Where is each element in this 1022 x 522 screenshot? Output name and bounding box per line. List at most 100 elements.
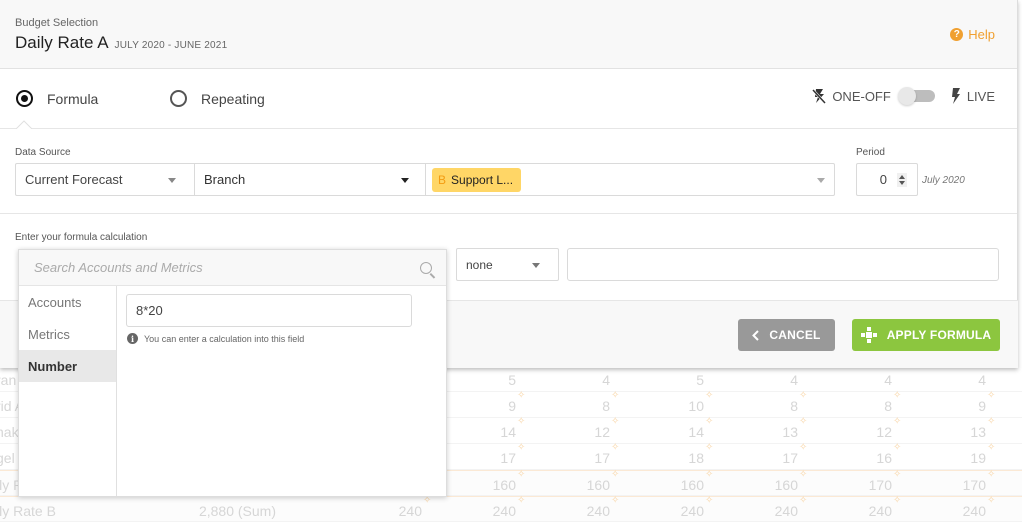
table-cell[interactable]: 10: [664, 398, 704, 414]
formula-label: Enter your formula calculation: [15, 232, 148, 243]
operator-select[interactable]: none: [456, 248, 559, 281]
category-accounts[interactable]: Accounts: [19, 286, 116, 318]
cell-plus-icon: ✧: [987, 416, 996, 427]
chevron-down-icon: [168, 178, 176, 183]
table-cell[interactable]: 16: [852, 450, 892, 466]
branch-tag-label: Support L...: [451, 172, 514, 187]
tab-notch: [16, 120, 32, 129]
table-cell[interactable]: 19: [946, 450, 986, 466]
apply-formula-button[interactable]: APPLY FORMULA: [852, 319, 1000, 351]
formula-operand-dropdown: Accounts Metrics Number i You can enter …: [18, 249, 447, 497]
table-cell[interactable]: 4: [570, 372, 610, 388]
cancel-label: CANCEL: [769, 328, 821, 342]
table-cell[interactable]: 12: [570, 424, 610, 440]
table-cell[interactable]: 9: [476, 398, 516, 414]
table-cell[interactable]: 170: [946, 477, 986, 493]
modal-header: Budget Selection Daily Rate A JULY 2020 -…: [0, 0, 1017, 69]
branch-tag[interactable]: B Support L...: [432, 167, 522, 192]
second-operand-field[interactable]: [567, 248, 999, 281]
data-source-label: Data Source: [15, 147, 71, 158]
table-cell[interactable]: 240: [664, 503, 704, 519]
search-input[interactable]: [19, 250, 446, 285]
row-label: ran: [0, 372, 17, 388]
table-cell[interactable]: 5: [664, 372, 704, 388]
table-cell[interactable]: 18: [664, 450, 704, 466]
table-cell[interactable]: 8: [852, 398, 892, 414]
table-cell[interactable]: 13: [758, 424, 798, 440]
cell-plus-icon: ✧: [705, 390, 714, 401]
radio-formula-label: Formula: [47, 90, 99, 107]
stepper-arrows-icon[interactable]: [897, 173, 907, 187]
search-icon[interactable]: [420, 262, 432, 274]
radio-repeating[interactable]: Repeating: [170, 90, 265, 107]
level-select[interactable]: Branch: [194, 163, 426, 196]
table-cell[interactable]: 240: [476, 503, 516, 519]
chevron-down-icon: [532, 263, 540, 268]
info-icon: i: [127, 333, 138, 344]
question-circle-icon: ?: [950, 28, 964, 41]
number-input[interactable]: [126, 294, 412, 327]
operator-value: none: [466, 258, 493, 272]
table-cell[interactable]: 4: [758, 372, 798, 388]
category-metrics[interactable]: Metrics: [19, 318, 116, 350]
table-cell[interactable]: 160: [570, 477, 610, 493]
period-stepper[interactable]: 0: [856, 163, 918, 196]
table-cell[interactable]: 4: [852, 372, 892, 388]
cell-plus-icon: ✧: [611, 416, 620, 427]
radio-repeating-label: Repeating: [201, 90, 265, 107]
period-value: 0: [879, 172, 887, 187]
table-cell[interactable]: 240: [382, 503, 422, 519]
cell-plus-icon: ✧: [987, 442, 996, 453]
table-cell[interactable]: 17: [476, 450, 516, 466]
table-cell[interactable]: 160: [664, 477, 704, 493]
period-month: July 2020: [922, 175, 965, 186]
table-cell[interactable]: 240: [570, 503, 610, 519]
cell-plus-icon: ✧: [799, 442, 808, 453]
table-cell[interactable]: 5: [476, 372, 516, 388]
cell-plus-icon: ✧: [517, 442, 526, 453]
table-cell[interactable]: 14: [476, 424, 516, 440]
table-cell[interactable]: 9: [946, 398, 986, 414]
table-cell[interactable]: 170: [852, 477, 892, 493]
table-cell[interactable]: 240: [946, 503, 986, 519]
table-cell[interactable]: 13: [946, 424, 986, 440]
cell-plus-icon: ✧: [893, 442, 902, 453]
table-cell[interactable]: 4: [946, 372, 986, 388]
budget-name: Daily Rate A: [15, 33, 109, 52]
radio-unselected-icon: [170, 90, 187, 107]
radio-selected-icon: [16, 90, 33, 107]
cell-plus-icon: ✧: [987, 390, 996, 401]
level-value: Branch: [204, 172, 246, 187]
budget-title: Daily Rate A JULY 2020 - JUNE 2021: [15, 33, 227, 53]
hint-text: You can enter a calculation into this fi…: [144, 333, 305, 344]
table-cell[interactable]: 17: [758, 450, 798, 466]
table-cell[interactable]: 240: [758, 503, 798, 519]
table-cell[interactable]: 160: [758, 477, 798, 493]
branch-tag-prefix: B: [438, 172, 447, 187]
live-label: LIVE: [966, 88, 995, 104]
cell-plus-icon: ✧: [517, 390, 526, 401]
data-source-select[interactable]: Current Forecast: [15, 163, 195, 196]
search-bar: [19, 250, 446, 286]
table-cell[interactable]: 240: [852, 503, 892, 519]
table-cell[interactable]: 12: [852, 424, 892, 440]
help-link[interactable]: ? Help: [950, 27, 995, 42]
table-cell[interactable]: 17: [570, 450, 610, 466]
table-cell[interactable]: 14: [664, 424, 704, 440]
table-cell[interactable]: 8: [758, 398, 798, 414]
table-cell[interactable]: 8: [570, 398, 610, 414]
live-toggle[interactable]: [897, 87, 935, 105]
table-cell[interactable]: 160: [476, 477, 516, 493]
calculation-hint: i You can enter a calculation into this …: [127, 333, 304, 344]
cell-plus-icon: ✧: [893, 495, 902, 506]
data-source-section: Data Source Current Forecast Branch B Su…: [0, 129, 1017, 214]
category-number[interactable]: Number: [19, 350, 116, 382]
row-label: gel: [0, 450, 15, 466]
live-toggle-group: ONE-OFF LIVE: [812, 87, 995, 105]
cell-plus-icon: ✧: [611, 442, 620, 453]
radio-formula[interactable]: Formula: [16, 90, 98, 107]
number-panel: i You can enter a calculation into this …: [117, 286, 446, 496]
cell-plus-icon: ✧: [893, 469, 902, 480]
cancel-button[interactable]: CANCEL: [738, 319, 835, 351]
branch-multiselect[interactable]: B Support L...: [425, 163, 835, 196]
